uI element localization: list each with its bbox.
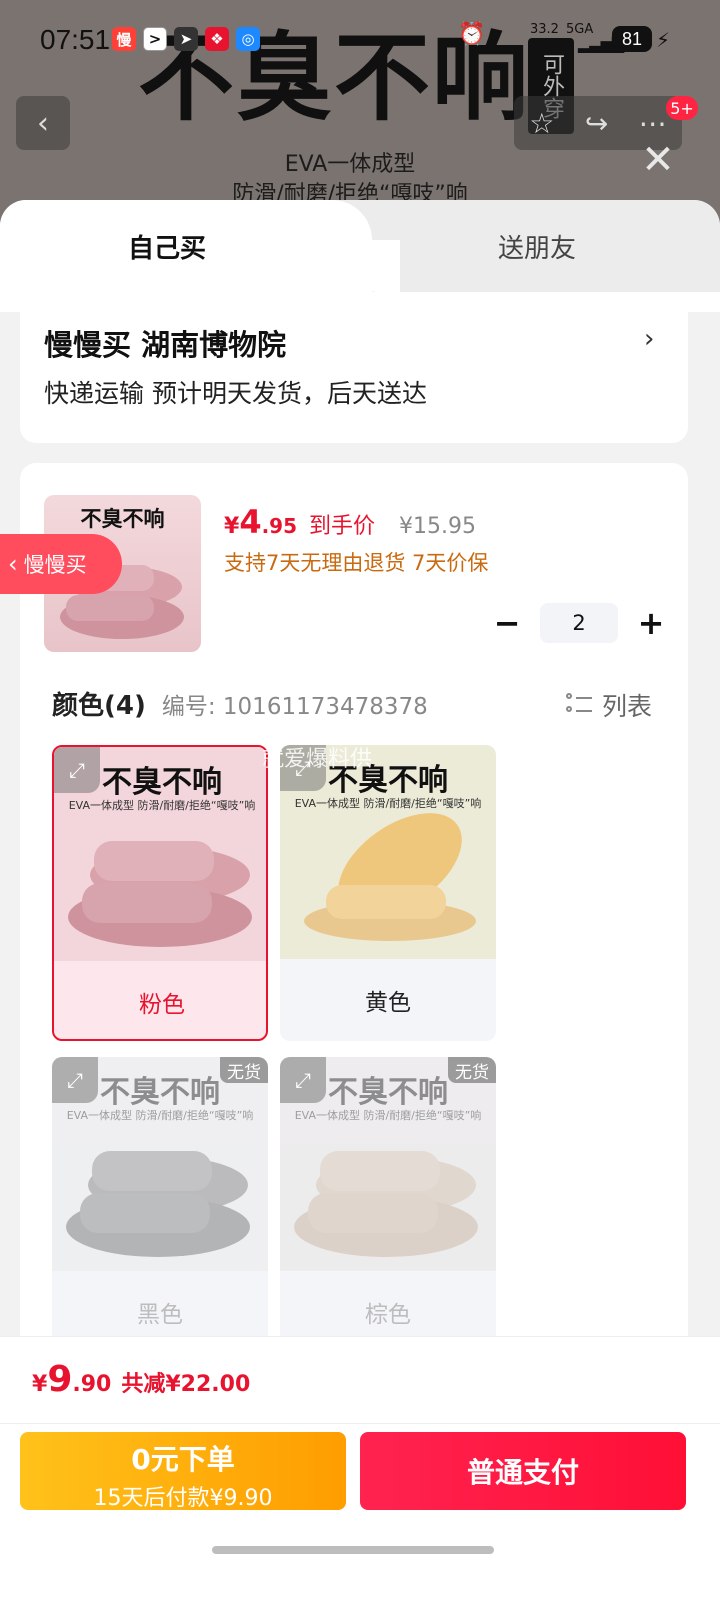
- back-button[interactable]: ‹: [16, 96, 70, 150]
- share-icon[interactable]: ↪: [585, 107, 608, 140]
- quantity-value[interactable]: 2: [540, 603, 618, 643]
- color-option-yellow[interactable]: 不臭不响 EVA一体成型 防滑/耐磨/拒绝“嘎吱”响 ⤢ 黄色: [280, 745, 496, 1041]
- price-compare-tag[interactable]: ‹ 慢慢买: [0, 534, 122, 594]
- more-icon[interactable]: ⋯: [639, 107, 667, 140]
- zero-down-sublabel: 15天后付款¥9.90: [93, 1486, 273, 1511]
- net-speed: 33.2: [530, 22, 559, 37]
- list-view-button[interactable]: 列表: [566, 687, 652, 723]
- normal-pay-button[interactable]: 普通支付: [360, 1432, 686, 1510]
- app-notification-icon: 慢: [112, 27, 136, 51]
- quantity-stepper: − 2 +: [492, 603, 666, 643]
- gift-notification-icon: ❖: [205, 27, 229, 51]
- divider: [0, 1423, 720, 1424]
- list-icon: [566, 693, 592, 717]
- zero-down-button[interactable]: 0元下单 15天后付款¥9.90: [20, 1432, 346, 1511]
- charging-icon: ⚡: [656, 28, 671, 52]
- color-option-black[interactable]: 不臭不响 EVA一体成型 防滑/耐磨/拒绝“嘎吱”响 ⤢ 无货 黑色: [52, 1057, 268, 1353]
- minus-button[interactable]: −: [492, 604, 522, 642]
- color-header: 颜色(4) 编号: 10161173478378: [52, 685, 428, 722]
- chevron-right-icon: ›: [644, 324, 655, 354]
- message-badge: 5+: [666, 96, 698, 120]
- tab-self-buy[interactable]: 自己买: [128, 228, 206, 265]
- sold-out-badge: 无货: [220, 1057, 268, 1083]
- expand-icon[interactable]: ⤢: [54, 747, 100, 793]
- total-decimal: .90: [72, 1372, 112, 1397]
- price-label: 到手价: [309, 514, 376, 539]
- send-notification-icon: ➤: [174, 27, 198, 51]
- close-icon[interactable]: ✕: [640, 140, 676, 180]
- home-indicator[interactable]: [212, 1546, 494, 1554]
- color-title: 颜色(4): [52, 691, 146, 721]
- terminal-notification-icon: >: [143, 27, 167, 51]
- watermark: 就爱爆料供: [262, 747, 373, 772]
- list-label: 列表: [602, 692, 653, 721]
- color-name: 黄色: [365, 990, 411, 1016]
- zero-down-label: 0元下单: [131, 1443, 235, 1476]
- color-name: 粉色: [139, 992, 185, 1018]
- total-price: ¥ 9 .90 共减¥22.00: [32, 1359, 250, 1400]
- price-compare-label: 慢慢买: [23, 553, 87, 577]
- product-code: 编号: 10161173478378: [161, 694, 428, 720]
- star-icon[interactable]: ☆: [529, 107, 554, 140]
- price-decimal: .95: [261, 514, 298, 538]
- expand-icon[interactable]: ⤢: [280, 1057, 326, 1103]
- alarm-icon: ⏰: [458, 22, 486, 47]
- promo-text: 支持7天无理由退货 7天价保: [224, 551, 489, 575]
- banner-subtitle-1: EVA一体成型: [284, 152, 416, 177]
- address-title: 慢慢买 湖南博物院: [44, 328, 287, 362]
- color-option-pink[interactable]: 不臭不响 EVA一体成型 防滑/耐磨/拒绝“嘎吱”响 ⤢ 粉色: [52, 745, 268, 1041]
- battery-indicator: 81: [612, 26, 652, 52]
- delivery-estimate: 快递运输 预计明天发货，后天送达: [44, 379, 427, 408]
- color-option-brown[interactable]: 不臭不响 EVA一体成型 防滑/耐磨/拒绝“嘎吱”响 ⤢ 无货 棕色: [280, 1057, 496, 1353]
- tab-gift-friend[interactable]: 送朋友: [498, 228, 576, 265]
- price-currency: ¥: [224, 514, 240, 539]
- checkout-bar: ¥ 9 .90 共减¥22.00 0元下单 15天后付款¥9.90 普通支付: [0, 1336, 720, 1600]
- price-row: ¥ 4 .95 到手价 ¥15.95: [224, 503, 476, 541]
- total-integer: 9: [47, 1359, 73, 1400]
- status-time: 07:51: [40, 24, 111, 55]
- plus-button[interactable]: +: [636, 604, 666, 642]
- purchase-tabs: 自己买 送朋友: [0, 200, 720, 292]
- chevron-left-icon: ‹: [37, 105, 49, 141]
- status-bar: 07:51 慢 > ➤ ❖ ◎ ⏰ 33.2 5GA ▂▃▅▇ 81 ⚡: [0, 0, 720, 78]
- expand-icon[interactable]: ⤢: [52, 1057, 98, 1103]
- total-saving: 共减¥22.00: [121, 1372, 251, 1397]
- address-card[interactable]: 慢慢买 湖南博物院 › 快递运输 预计明天发货，后天送达: [20, 292, 688, 443]
- sold-out-badge: 无货: [448, 1057, 496, 1083]
- chevron-left-icon: ‹: [8, 550, 18, 578]
- chat-notification-icon: ◎: [236, 27, 260, 51]
- total-currency: ¥: [32, 1372, 48, 1397]
- original-price: ¥15.95: [399, 514, 477, 539]
- price-integer: 4: [239, 503, 262, 541]
